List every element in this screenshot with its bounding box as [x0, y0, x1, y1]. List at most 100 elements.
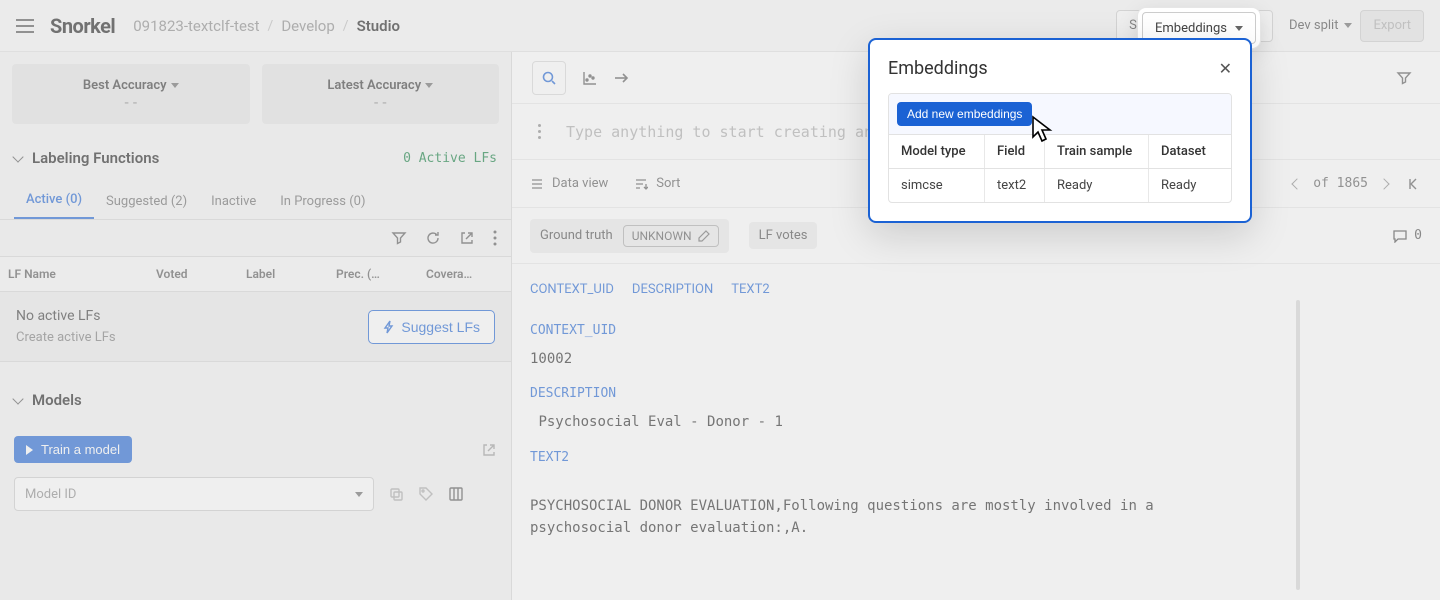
arrow-mode-button[interactable] — [606, 62, 638, 94]
export-button[interactable]: Export — [1360, 10, 1424, 42]
filter-icon[interactable] — [391, 230, 407, 246]
models-header[interactable]: Models — [0, 378, 511, 422]
tab-inactive[interactable]: Inactive — [199, 194, 268, 219]
export-label: Export — [1373, 18, 1411, 33]
tab-suggested[interactable]: Suggested (2) — [94, 194, 199, 219]
sort-icon — [634, 178, 648, 190]
lf-col-label: Label — [238, 257, 328, 291]
cell-field: text2 — [985, 169, 1045, 202]
columns-icon[interactable] — [448, 486, 464, 502]
best-accuracy-label: Best Accuracy — [83, 78, 167, 93]
embeddings-popover: Embeddings ✕ Add new embeddings Model ty… — [868, 38, 1252, 223]
train-model-label: Train a model — [41, 442, 120, 457]
lightning-icon — [383, 320, 395, 334]
embeddings-table: Add new embeddings Model type Field Trai… — [888, 93, 1232, 203]
dev-split-selector[interactable]: Dev split — [1289, 18, 1352, 33]
cell-model: simcse — [889, 169, 985, 202]
comments-number: 0 — [1414, 228, 1422, 243]
search-icon — [541, 70, 557, 86]
scrollbar[interactable] — [1296, 300, 1300, 590]
drag-handle-icon[interactable] — [530, 124, 548, 139]
lf-empty-sub: Create active LFs — [16, 330, 116, 345]
field-description: DESCRIPTION Psychosocial Eval - Donor - … — [512, 370, 1440, 433]
tag-icon[interactable] — [418, 486, 434, 502]
caret-down-icon — [425, 83, 433, 88]
external-link-icon[interactable] — [459, 230, 475, 246]
sort-button[interactable]: Sort — [634, 176, 680, 191]
comments-count[interactable]: 0 — [1392, 228, 1422, 243]
scatter-icon — [581, 69, 599, 87]
data-view-button[interactable]: Data view — [530, 176, 608, 191]
suggest-lfs-button[interactable]: Suggest LFs — [368, 310, 495, 344]
field-key: CONTEXT_UID — [530, 323, 1422, 338]
model-id-select[interactable]: Model ID — [14, 477, 374, 511]
collapse-right-icon[interactable] — [1406, 176, 1422, 192]
latest-accuracy-label: Latest Accuracy — [327, 78, 421, 93]
hamburger-icon[interactable] — [16, 19, 34, 33]
ground-truth-label: Ground truth — [540, 228, 613, 243]
refresh-icon[interactable] — [425, 230, 441, 246]
play-icon — [26, 445, 33, 455]
lf-votes-pill[interactable]: LF votes — [749, 222, 818, 249]
tab-active[interactable]: Active (0) — [14, 192, 94, 219]
latest-accuracy-value: -- — [372, 95, 389, 111]
brand-logo[interactable]: Snorkel — [50, 14, 115, 38]
link-description[interactable]: DESCRIPTION — [632, 282, 713, 297]
edit-icon — [698, 230, 710, 242]
close-icon[interactable]: ✕ — [1219, 59, 1232, 78]
chevron-down-icon — [12, 151, 23, 162]
breadcrumb-page: Studio — [357, 17, 400, 35]
record-counter: of 1865 — [1293, 176, 1388, 191]
caret-down-icon — [171, 83, 179, 88]
dev-split-label: Dev split — [1289, 18, 1338, 33]
labeling-functions-header[interactable]: Labeling Functions 0 Active LFs — [0, 136, 511, 180]
best-accuracy-card[interactable]: Best Accuracy -- — [12, 64, 250, 124]
lf-empty-state: No active LFs Create active LFs Suggest … — [0, 292, 511, 362]
lf-col-cov: Covera… — [418, 257, 511, 291]
left-panel: Best Accuracy -- Latest Accuracy -- Labe… — [0, 52, 512, 600]
lf-col-prec: Prec. (… — [328, 257, 418, 291]
filter-button[interactable] — [1388, 62, 1420, 94]
col-field: Field — [985, 135, 1045, 168]
embeddings-row[interactable]: simcse text2 Ready Ready — [889, 169, 1231, 202]
cell-train: Ready — [1045, 169, 1149, 202]
col-dataset: Dataset — [1149, 135, 1231, 168]
latest-accuracy-card[interactable]: Latest Accuracy -- — [262, 64, 500, 124]
lf-active-count: 0 Active LFs — [403, 151, 497, 166]
lf-votes-label: LF votes — [759, 228, 808, 243]
prev-record-button[interactable] — [1292, 178, 1303, 189]
copy-icon[interactable] — [388, 486, 404, 502]
lf-toolbar — [0, 220, 511, 256]
data-view-label: Data view — [552, 176, 608, 191]
field-jump-links: CONTEXT_UID DESCRIPTION TEXT2 — [512, 264, 1440, 307]
link-context-uid[interactable]: CONTEXT_UID — [530, 282, 614, 297]
ground-truth-value: UNKNOWN — [632, 229, 692, 243]
breadcrumb-sep: / — [343, 18, 349, 34]
breadcrumb-section[interactable]: Develop — [281, 17, 334, 35]
lf-tabs: Active (0) Suggested (2) Inactive In Pro… — [0, 180, 511, 220]
tab-inprogress[interactable]: In Progress (0) — [268, 194, 377, 219]
lf-empty-title: No active LFs — [16, 308, 116, 324]
scatter-mode-button[interactable] — [574, 62, 606, 94]
sort-label: Sort — [656, 176, 680, 191]
external-link-icon[interactable] — [481, 442, 497, 458]
add-embeddings-button[interactable]: Add new embeddings — [897, 102, 1032, 126]
embeddings-table-header: Model type Field Train sample Dataset — [889, 134, 1231, 169]
model-id-row: Model ID — [0, 477, 511, 525]
lf-col-voted: Voted — [148, 257, 238, 291]
train-model-button[interactable]: Train a model — [14, 436, 132, 463]
next-record-button[interactable] — [1378, 178, 1389, 189]
caret-down-icon — [1344, 23, 1352, 28]
search-mode-button[interactable] — [532, 61, 566, 95]
ground-truth-value-tag[interactable]: UNKNOWN — [623, 225, 719, 247]
lf-section-title: Labeling Functions — [32, 149, 159, 167]
field-key: DESCRIPTION — [530, 386, 1422, 401]
metrics-row: Best Accuracy -- Latest Accuracy -- — [0, 52, 511, 136]
ground-truth-pill[interactable]: Ground truth UNKNOWN — [530, 219, 729, 253]
more-menu-icon[interactable] — [493, 230, 497, 246]
lf-col-name: LF Name — [0, 257, 148, 291]
filter-icon — [1395, 69, 1413, 87]
link-text2[interactable]: TEXT2 — [731, 282, 769, 297]
field-key: TEXT2 — [530, 450, 1422, 465]
breadcrumb-project[interactable]: 091823-textclf-test — [133, 17, 259, 35]
